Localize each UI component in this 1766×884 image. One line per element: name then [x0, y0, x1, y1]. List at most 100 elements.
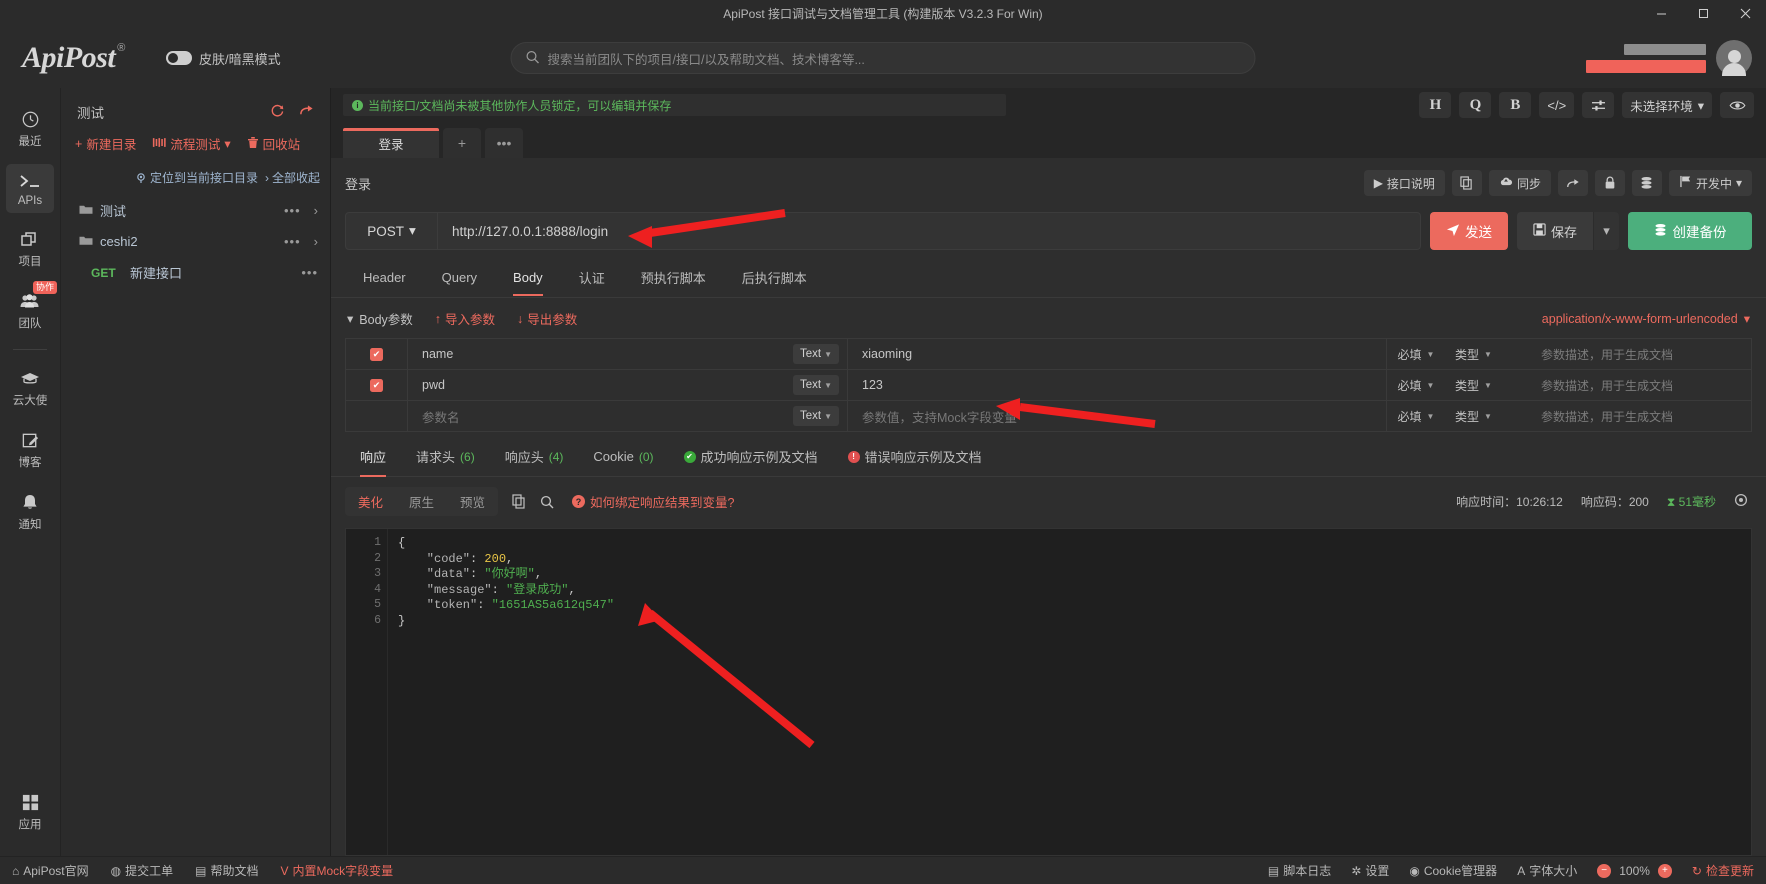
help-docs-link[interactable]: ▤ 帮助文档	[195, 862, 258, 879]
content-type-selector[interactable]: application/x-www-form-urlencoded ▾	[1542, 311, 1750, 326]
save-button[interactable]: 保存	[1517, 212, 1593, 250]
minimize-button[interactable]	[1640, 0, 1682, 28]
search-input[interactable]: 搜索当前团队下的项目/接口/以及帮助文档、技术博客等...	[548, 49, 865, 68]
gear-icon[interactable]	[1734, 493, 1748, 510]
send-button[interactable]: 发送	[1430, 212, 1508, 250]
eye-icon[interactable]	[1720, 92, 1754, 118]
param-desc-input[interactable]: 参数描述，用于生成文档	[1541, 408, 1673, 425]
segment-pretty[interactable]: 美化	[345, 487, 396, 516]
segment-raw[interactable]: 原生	[396, 487, 447, 516]
param-value-input[interactable]: 123	[862, 378, 883, 392]
body-params-title[interactable]: ▾ Body参数	[347, 309, 413, 328]
copy-button[interactable]	[1452, 170, 1482, 196]
sidebar-item-notifications[interactable]: 通知	[6, 485, 54, 538]
param-required-cell[interactable]: 必填 ▼	[1387, 370, 1445, 400]
create-backup-button[interactable]: 创建备份	[1628, 212, 1752, 250]
lock-button[interactable]	[1595, 170, 1625, 196]
response-body-viewer[interactable]: 1 2 3 4 5 6 { "code": 200, "data": "你好啊"…	[345, 528, 1752, 856]
status-button[interactable]: 开发中 ▾	[1669, 170, 1752, 196]
recycle-bin-button[interactable]: 回收站	[247, 134, 301, 153]
sidebar-item-team[interactable]: 协作 团队	[6, 284, 54, 337]
share-icon[interactable]	[299, 103, 314, 121]
node-more-icon[interactable]: •••	[301, 265, 318, 280]
tree-api-item[interactable]: GET 新建接口 •••	[61, 256, 330, 289]
tab-query[interactable]: Query	[424, 262, 495, 295]
font-size-control[interactable]: A 字体大小	[1517, 862, 1577, 879]
param-type-cell[interactable]: 类型 ▼	[1445, 401, 1533, 431]
copy-icon[interactable]	[512, 494, 526, 509]
value-type-selector[interactable]: Text ▼	[793, 406, 839, 426]
tab-success-example[interactable]: ✔ 成功响应示例及文档	[669, 438, 833, 476]
query-tool-button[interactable]: Q	[1459, 92, 1491, 118]
tab-cookie[interactable]: Cookie (0)	[578, 440, 668, 474]
param-name-input[interactable]: name	[422, 347, 785, 361]
http-method-selector[interactable]: POST ▾	[346, 213, 438, 249]
import-params-button[interactable]: ↑ 导入参数	[435, 309, 495, 328]
param-required-cell[interactable]: 必填 ▼	[1387, 401, 1445, 431]
segment-preview[interactable]: 预览	[447, 487, 498, 516]
flow-test-button[interactable]: 流程测试 ▾	[152, 134, 230, 153]
script-log-button[interactable]: ▤ 脚本日志	[1268, 862, 1331, 879]
param-desc-input[interactable]: 参数描述，用于生成文档	[1541, 377, 1673, 394]
tab-login[interactable]: 登录	[343, 128, 439, 158]
mock-variables-link[interactable]: V 内置Mock字段变量	[280, 862, 393, 879]
tab-auth[interactable]: 认证	[561, 260, 623, 297]
param-name-input[interactable]: 参数名	[422, 407, 785, 426]
refresh-icon[interactable]	[270, 103, 285, 121]
new-folder-button[interactable]: + 新建目录	[75, 134, 136, 153]
sidebar-item-ambassador[interactable]: 云大使	[6, 361, 54, 414]
cookie-manager-button[interactable]: ◉ Cookie管理器	[1409, 862, 1497, 879]
maximize-button[interactable]	[1682, 0, 1724, 28]
zoom-in-button[interactable]: +	[1658, 864, 1672, 878]
locate-current-api-button[interactable]: 定位到当前接口目录	[135, 169, 258, 186]
value-type-selector[interactable]: Text ▼	[793, 375, 839, 395]
param-value-input[interactable]: 参数值，支持Mock字段变量	[862, 407, 1017, 426]
url-input[interactable]: http://127.0.0.1:8888/login	[438, 224, 1420, 239]
header-tool-button[interactable]: H	[1419, 92, 1451, 118]
new-tab-button[interactable]: +	[443, 128, 481, 158]
tab-header[interactable]: Header	[345, 262, 424, 295]
tab-post-script[interactable]: 后执行脚本	[724, 260, 825, 297]
param-desc-cell[interactable]: 参数描述，用于生成文档	[1533, 339, 1751, 369]
collapse-all-button[interactable]: › 全部收起	[265, 169, 320, 186]
settings-sliders-tool-button[interactable]	[1582, 92, 1614, 118]
sidebar-item-blog[interactable]: 博客	[6, 423, 54, 476]
tree-folder-ceshi2[interactable]: ceshi2 ••• ›	[61, 227, 330, 256]
avatar[interactable]	[1716, 40, 1752, 76]
sidebar-item-recent[interactable]: 最近	[6, 102, 54, 155]
database-button[interactable]	[1632, 170, 1662, 196]
save-dropdown-button[interactable]: ▾	[1593, 212, 1619, 250]
response-json-content[interactable]: { "code": 200, "data": "你好啊", "message":…	[388, 529, 1751, 855]
global-search[interactable]: 搜索当前团队下的项目/接口/以及帮助文档、技术博客等...	[511, 42, 1256, 74]
value-type-selector[interactable]: Text ▼	[793, 344, 839, 364]
skin-mode-toggle[interactable]: 皮肤/暗黑模式	[166, 49, 281, 68]
tab-pre-script[interactable]: 预执行脚本	[623, 260, 724, 297]
chevron-right-icon[interactable]: ›	[314, 203, 318, 218]
zoom-out-button[interactable]: −	[1597, 864, 1611, 878]
search-icon[interactable]	[540, 495, 554, 509]
close-button[interactable]	[1724, 0, 1766, 28]
row-checkbox[interactable]: ✔	[370, 379, 383, 392]
row-checkbox[interactable]: ✔	[370, 348, 383, 361]
param-type-cell[interactable]: 类型 ▼	[1445, 339, 1533, 369]
submit-ticket-link[interactable]: ◍ 提交工单	[111, 862, 174, 879]
param-desc-input[interactable]: 参数描述，用于生成文档	[1541, 346, 1673, 363]
node-more-icon[interactable]: •••	[284, 203, 301, 218]
settings-button[interactable]: ✲ 设置	[1351, 862, 1389, 879]
param-desc-cell[interactable]: 参数描述，用于生成文档	[1533, 370, 1751, 400]
sync-button[interactable]: 同步	[1489, 170, 1551, 196]
param-type-cell[interactable]: 类型 ▼	[1445, 370, 1533, 400]
environment-selector[interactable]: 未选择环境 ▾	[1622, 92, 1712, 118]
tab-response[interactable]: 响应	[345, 438, 401, 476]
chevron-right-icon[interactable]: ›	[314, 234, 318, 249]
sidebar-item-apis[interactable]: APIs	[6, 164, 54, 213]
export-params-button[interactable]: ↓ 导出参数	[517, 309, 577, 328]
tab-more-button[interactable]: •••	[485, 128, 523, 158]
share-button[interactable]	[1558, 170, 1588, 196]
tab-request-headers[interactable]: 请求头 (6)	[401, 438, 490, 476]
body-tool-button[interactable]: B	[1499, 92, 1531, 118]
node-more-icon[interactable]: •••	[284, 234, 301, 249]
param-desc-cell[interactable]: 参数描述，用于生成文档	[1533, 401, 1751, 431]
tab-body[interactable]: Body	[495, 262, 561, 295]
tree-folder-ceshi[interactable]: 测试 ••• ›	[61, 194, 330, 227]
